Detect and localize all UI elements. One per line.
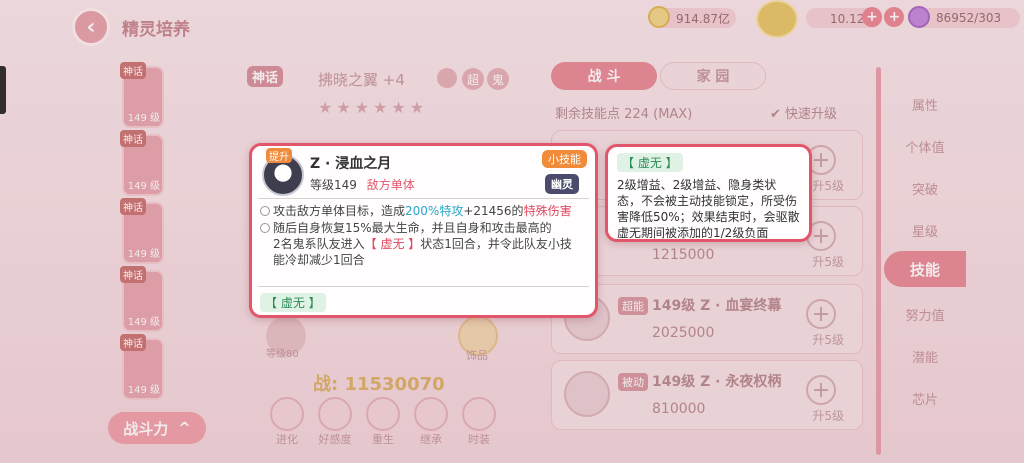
effect-text: 状态1回合，并令此队友小技 bbox=[420, 237, 572, 251]
status-tag-void[interactable]: 【 虚无 】 bbox=[260, 293, 326, 312]
skill-name: Z · 浸血之月 bbox=[310, 156, 392, 172]
effect-text: 2名鬼系队友进入 bbox=[273, 237, 365, 251]
skill-level: 等级149 bbox=[310, 178, 357, 192]
effect-line-3: 2名鬼系队友进入【 虚无 】状态1回合，并令此队友小技 bbox=[260, 237, 587, 252]
effect-text: 攻击敌方单体目标，造成 bbox=[273, 204, 406, 218]
effect-damage-type: 特殊伤害 bbox=[523, 204, 572, 218]
bullet-icon bbox=[260, 206, 270, 216]
effect-line-4: 能冷却减少1回合 bbox=[273, 253, 365, 267]
small-skill-badge: 小技能 bbox=[542, 150, 587, 168]
divider bbox=[258, 286, 589, 287]
divider bbox=[258, 198, 589, 199]
status-link[interactable]: 【 虚无 】 bbox=[365, 237, 421, 251]
skill-detail-popup: 提升 Z · 浸血之月 等级149 敌方单体 小技能 幽灵 攻击敌方单体目标，造… bbox=[249, 143, 598, 318]
ghost-type-badge: 幽灵 bbox=[545, 174, 579, 194]
skill-meta: 等级149 敌方单体 bbox=[310, 176, 415, 193]
upgrade-badge: 提升 bbox=[266, 148, 292, 163]
status-detail-popup: 【 虚无 】 2级增益、2级增益、隐身类状态，不会被主动技能锁定，所受伤害降低5… bbox=[605, 144, 812, 242]
status-description: 2级增益、2级增益、隐身类状态，不会被主动技能锁定，所受伤害降低50%；效果结束… bbox=[617, 178, 800, 240]
effect-text: +21456的 bbox=[463, 204, 524, 218]
bullet-icon bbox=[260, 223, 270, 233]
status-title: 【 虚无 】 bbox=[617, 153, 683, 172]
effect-line-1: 攻击敌方单体目标，造成200%特攻+21456的特殊伤害 bbox=[260, 204, 587, 219]
effect-text: 随后自身恢复15%最大生命，并且自身和攻击最高的 bbox=[273, 221, 552, 235]
skill-target: 敌方单体 bbox=[366, 178, 415, 192]
effect-highlight: 200%特攻 bbox=[405, 204, 464, 218]
effect-line-2: 随后自身恢复15%最大生命，并且自身和攻击最高的 bbox=[260, 221, 587, 236]
